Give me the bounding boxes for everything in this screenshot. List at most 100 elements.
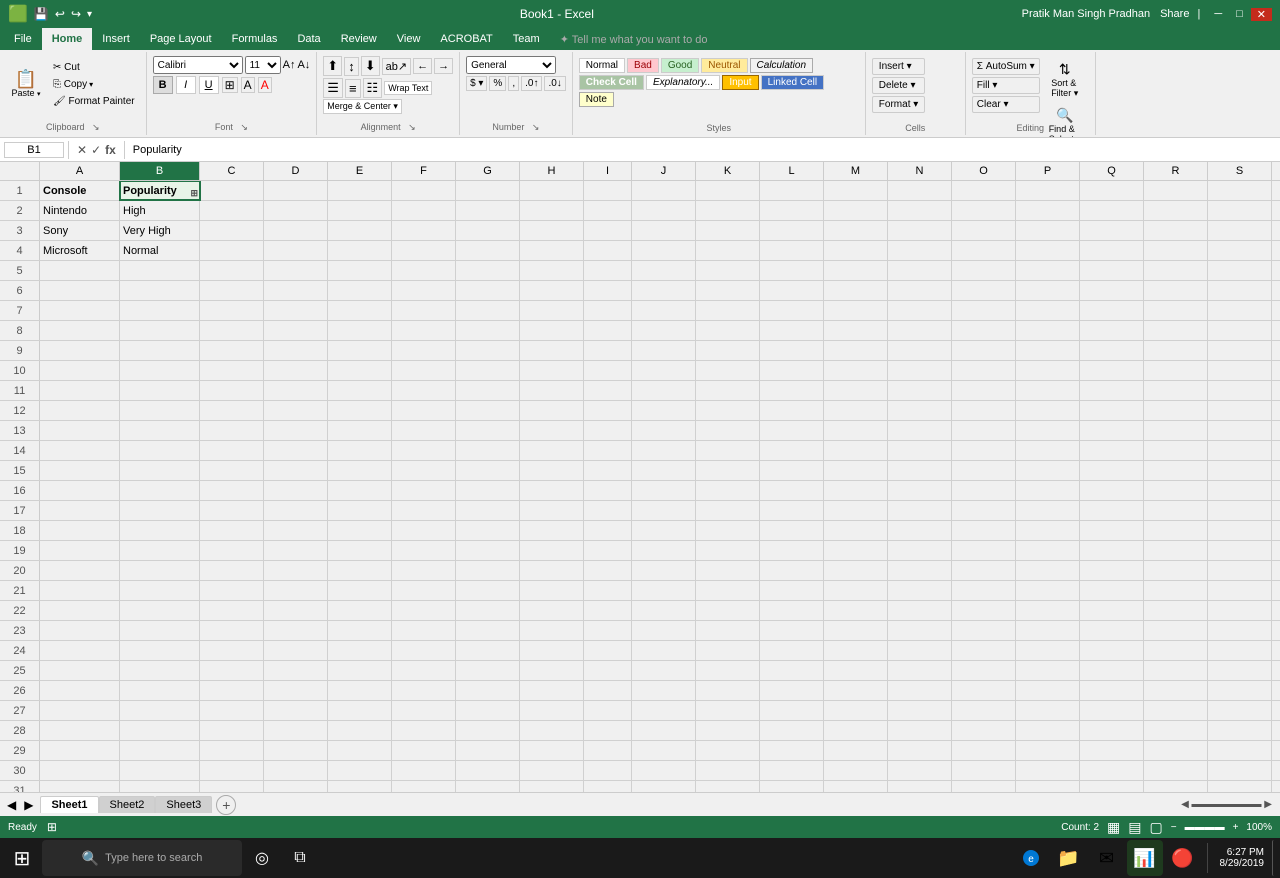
cell-k23[interactable] <box>696 621 760 640</box>
cell-m19[interactable] <box>824 541 888 560</box>
cell-s2[interactable] <box>1208 201 1272 220</box>
cell-q26[interactable] <box>1080 681 1144 700</box>
copy-button[interactable]: ⎘ Copy ▾ <box>48 77 140 92</box>
cell-n6[interactable] <box>888 281 952 300</box>
cell-p16[interactable] <box>1016 481 1080 500</box>
row-num-12[interactable]: 12 <box>0 401 40 420</box>
cell-i3[interactable] <box>584 221 632 240</box>
cell-l2[interactable] <box>760 201 824 220</box>
row-num-29[interactable]: 29 <box>0 741 40 760</box>
cell-e10[interactable] <box>328 361 392 380</box>
cell-t16[interactable] <box>1272 481 1280 500</box>
cell-d11[interactable] <box>264 381 328 400</box>
tab-team[interactable]: Team <box>503 28 550 50</box>
cell-d14[interactable] <box>264 441 328 460</box>
cell-g16[interactable] <box>456 481 520 500</box>
cell-h22[interactable] <box>520 601 584 620</box>
cell-i28[interactable] <box>584 721 632 740</box>
cell-c17[interactable] <box>200 501 264 520</box>
cell-o31[interactable] <box>952 781 1016 792</box>
search-placeholder[interactable]: Type here to search <box>105 852 202 864</box>
cut-button[interactable]: ✂ Cut <box>48 60 140 75</box>
cell-t15[interactable] <box>1272 461 1280 480</box>
sheet-tab-sheet3[interactable]: Sheet3 <box>155 796 212 813</box>
row-num-18[interactable]: 18 <box>0 521 40 540</box>
cell-k6[interactable] <box>696 281 760 300</box>
cell-s6[interactable] <box>1208 281 1272 300</box>
cell-k16[interactable] <box>696 481 760 500</box>
edge-browser-icon[interactable]: e <box>1013 840 1049 876</box>
cell-t29[interactable] <box>1272 741 1280 760</box>
cell-m14[interactable] <box>824 441 888 460</box>
cell-c8[interactable] <box>200 321 264 340</box>
cell-e9[interactable] <box>328 341 392 360</box>
cell-f14[interactable] <box>392 441 456 460</box>
cell-g26[interactable] <box>456 681 520 700</box>
cell-t21[interactable] <box>1272 581 1280 600</box>
cell-g17[interactable] <box>456 501 520 520</box>
cell-k18[interactable] <box>696 521 760 540</box>
cell-p27[interactable] <box>1016 701 1080 720</box>
cell-o27[interactable] <box>952 701 1016 720</box>
cell-k25[interactable] <box>696 661 760 680</box>
cell-c20[interactable] <box>200 561 264 580</box>
cell-c25[interactable] <box>200 661 264 680</box>
cell-i1[interactable] <box>584 181 632 200</box>
cell-d31[interactable] <box>264 781 328 792</box>
cell-b18[interactable] <box>120 521 200 540</box>
col-header-k[interactable]: K <box>696 162 760 180</box>
cell-q10[interactable] <box>1080 361 1144 380</box>
cell-m27[interactable] <box>824 701 888 720</box>
sort-filter-button[interactable]: ⇅ Sort &Filter ▾ <box>1044 58 1086 102</box>
cell-b8[interactable] <box>120 321 200 340</box>
cell-o17[interactable] <box>952 501 1016 520</box>
cell-c5[interactable] <box>200 261 264 280</box>
cell-m28[interactable] <box>824 721 888 740</box>
cell-e24[interactable] <box>328 641 392 660</box>
col-header-r[interactable]: R <box>1144 162 1208 180</box>
cell-a17[interactable] <box>40 501 120 520</box>
cell-t31[interactable] <box>1272 781 1280 792</box>
cell-d9[interactable] <box>264 341 328 360</box>
cell-d2[interactable] <box>264 201 328 220</box>
row-num-14[interactable]: 14 <box>0 441 40 460</box>
cell-a25[interactable] <box>40 661 120 680</box>
cell-i31[interactable] <box>584 781 632 792</box>
cell-n30[interactable] <box>888 761 952 780</box>
cell-b27[interactable] <box>120 701 200 720</box>
cell-t18[interactable] <box>1272 521 1280 540</box>
tab-home[interactable]: Home <box>42 28 93 50</box>
cell-e22[interactable] <box>328 601 392 620</box>
cell-e30[interactable] <box>328 761 392 780</box>
cell-o16[interactable] <box>952 481 1016 500</box>
cell-p11[interactable] <box>1016 381 1080 400</box>
col-header-e[interactable]: E <box>328 162 392 180</box>
cell-l13[interactable] <box>760 421 824 440</box>
col-header-m[interactable]: M <box>824 162 888 180</box>
cell-r8[interactable] <box>1144 321 1208 340</box>
cell-j22[interactable] <box>632 601 696 620</box>
cell-n20[interactable] <box>888 561 952 580</box>
row-num-25[interactable]: 25 <box>0 661 40 680</box>
cell-b2[interactable]: High <box>120 201 200 220</box>
cell-k24[interactable] <box>696 641 760 660</box>
cell-i25[interactable] <box>584 661 632 680</box>
autosum-button[interactable]: Σ AutoSum ▾ <box>972 58 1040 75</box>
clear-button[interactable]: Clear ▾ <box>972 96 1040 113</box>
row-num-22[interactable]: 22 <box>0 601 40 620</box>
cell-l1[interactable] <box>760 181 824 200</box>
cell-g2[interactable] <box>456 201 520 220</box>
cell-b12[interactable] <box>120 401 200 420</box>
cell-g31[interactable] <box>456 781 520 792</box>
cell-f31[interactable] <box>392 781 456 792</box>
cell-c7[interactable] <box>200 301 264 320</box>
tab-tell-me[interactable]: ✦ Tell me what you want to do <box>550 28 718 50</box>
cell-p22[interactable] <box>1016 601 1080 620</box>
cell-e29[interactable] <box>328 741 392 760</box>
style-explanatory[interactable]: Explanatory... <box>646 75 720 90</box>
cell-d26[interactable] <box>264 681 328 700</box>
cell-p21[interactable] <box>1016 581 1080 600</box>
cell-t26[interactable] <box>1272 681 1280 700</box>
row-num-19[interactable]: 19 <box>0 541 40 560</box>
sheet-tab-sheet1[interactable]: Sheet1 <box>40 796 98 813</box>
